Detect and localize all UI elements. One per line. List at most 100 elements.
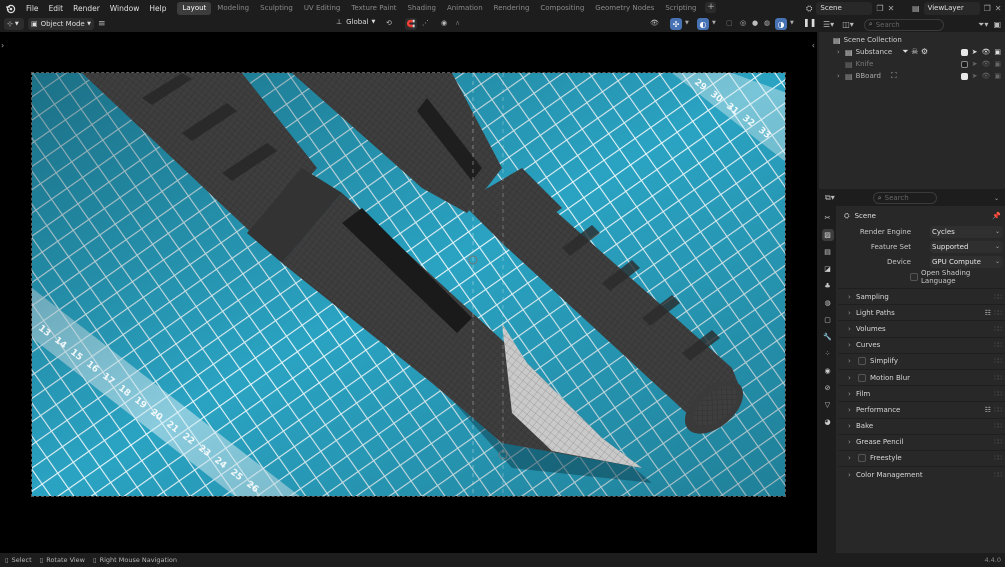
drag-handle-icon[interactable]: ∷∷	[994, 374, 1002, 382]
gizmo-toggle-button[interactable]: ✣	[670, 18, 682, 30]
shading-solid-icon[interactable]: ●	[752, 19, 758, 27]
tab-sculpting[interactable]: Sculpting	[255, 2, 298, 15]
tab-layout[interactable]: Layout	[177, 2, 212, 15]
data-tab-icon[interactable]: ▽	[822, 399, 834, 411]
snap-icon[interactable]: 🧲	[405, 18, 417, 30]
drag-handle-icon[interactable]: ∷∷	[994, 357, 1002, 365]
proportional-edit-icon[interactable]: ◉	[441, 19, 447, 27]
object-tab-icon[interactable]: ▢	[822, 314, 834, 326]
snap-target-icon[interactable]: ⋰	[422, 19, 429, 27]
menu-window[interactable]: Window	[105, 0, 145, 17]
orientation-selector[interactable]: ⊥ Global ▼	[336, 18, 375, 26]
panel-color-management[interactable]: › Color Management ∷∷	[838, 466, 1005, 482]
panel-light-paths[interactable]: › Light Paths ☷ ∷∷	[838, 304, 1005, 320]
drag-handle-icon[interactable]: ∷∷	[994, 341, 1002, 349]
scene-tab-icon[interactable]: ♣	[822, 280, 834, 292]
tool-tab-icon[interactable]: ✂	[822, 212, 834, 224]
panel-enable-checkbox[interactable]	[858, 357, 866, 366]
select-arrow-icon[interactable]: ➤	[972, 72, 978, 80]
camera-icon[interactable]: ▣	[994, 72, 1001, 80]
eye-icon[interactable]: 👁	[981, 60, 990, 68]
tab-texture-paint[interactable]: Texture Paint	[346, 2, 401, 15]
close-icon[interactable]: ✕	[888, 4, 895, 13]
editor-type-button[interactable]: ⊹ ▼	[4, 18, 24, 30]
output-tab-icon[interactable]: ▤	[822, 246, 834, 258]
pause-render-icon[interactable]: ❚❚	[803, 18, 816, 27]
xray-toggle-icon[interactable]: ▢	[726, 19, 733, 27]
presets-list-icon[interactable]: ☷	[985, 406, 991, 414]
panel-motion-blur[interactable]: › Motion Blur ∷∷	[838, 368, 1005, 385]
shading-material-icon[interactable]: ◍	[764, 19, 770, 27]
mode-selector[interactable]: ▣ Object Mode ▼	[28, 18, 94, 30]
panel-freestyle[interactable]: › Freestyle ∷∷	[838, 449, 1005, 466]
panel-simplify[interactable]: › Simplify ∷∷	[838, 352, 1005, 369]
panel-volumes[interactable]: › Volumes ∷∷	[838, 320, 1005, 336]
world-tab-icon[interactable]: ◍	[822, 297, 834, 309]
overlays-dropdown-icon[interactable]: ▼	[712, 20, 716, 26]
drag-handle-icon[interactable]: ∷∷	[994, 438, 1002, 446]
drag-handle-icon[interactable]: ∷∷	[994, 406, 1002, 414]
scene-selector[interactable]: ⛭ Scene ❐ ✕	[806, 2, 906, 15]
drag-handle-icon[interactable]: ∷∷	[994, 293, 1002, 301]
tab-modeling[interactable]: Modeling	[212, 2, 254, 15]
outliner-item-bboard[interactable]: › ▤ BBoard ⛶ ➤ 👁 ▣	[819, 70, 1005, 82]
shading-rendered-button[interactable]: ◑	[775, 18, 787, 30]
hamburger-menu-icon[interactable]: ≡	[98, 19, 106, 29]
exclude-checkbox[interactable]	[960, 60, 968, 68]
panel-film[interactable]: › Film ∷∷	[838, 385, 1005, 401]
gizmo-dropdown-icon[interactable]: ▼	[685, 20, 689, 26]
display-mode-icon[interactable]: ◫▾	[842, 20, 854, 29]
menu-help[interactable]: Help	[144, 0, 171, 17]
pivot-icon[interactable]: ⟲	[386, 19, 392, 27]
view-layer-field[interactable]: ViewLayer	[923, 2, 980, 15]
tab-uv-editing[interactable]: UV Editing	[299, 2, 346, 15]
physics-tab-icon[interactable]: ◉	[822, 365, 834, 377]
outliner-item-knife[interactable]: ▤ Knife ➤ 👁 ▣	[819, 58, 1005, 70]
view-layer-tab-icon[interactable]: ◪	[822, 263, 834, 275]
exclude-checkbox[interactable]	[960, 72, 968, 80]
camera-icon[interactable]: ▣	[994, 48, 1001, 56]
modifier-tab-icon[interactable]: 🔧	[822, 331, 834, 343]
menu-file[interactable]: File	[21, 0, 44, 17]
device-select[interactable]: GPU Compute ⌄	[930, 255, 1003, 268]
select-arrow-icon[interactable]: ➤	[972, 60, 978, 68]
presets-list-icon[interactable]: ☷	[985, 309, 991, 317]
panel-sampling[interactable]: › Sampling ∷∷	[838, 288, 1005, 304]
constraints-tab-icon[interactable]: ⊘	[822, 382, 834, 394]
panel-bake[interactable]: › Bake ∷∷	[838, 417, 1005, 434]
outliner-editor-icon[interactable]: ☰▾	[823, 20, 834, 29]
toolbar-toggle-icon[interactable]: ›	[1, 41, 4, 50]
osl-checkbox[interactable]	[910, 272, 918, 281]
panel-curves[interactable]: › Curves ∷∷	[838, 336, 1005, 353]
camera-icon[interactable]: ▣	[994, 60, 1001, 68]
particles-tab-icon[interactable]: ⁘	[822, 348, 834, 360]
shading-wireframe-icon[interactable]: ◎	[740, 19, 746, 27]
view-layer-selector[interactable]: ▤ ViewLayer ❐ ✕	[912, 2, 1005, 15]
outliner-search-input[interactable]: ⌕ Search	[863, 18, 944, 31]
properties-search-input[interactable]: ⌕ Search	[872, 192, 937, 204]
new-collection-icon[interactable]: ▣	[993, 20, 1001, 29]
drag-handle-icon[interactable]: ∷∷	[994, 390, 1002, 398]
panel-performance[interactable]: › Performance ☷ ∷∷	[838, 401, 1005, 417]
scene-name-field[interactable]: Scene	[816, 2, 873, 15]
tab-geometry-nodes[interactable]: Geometry Nodes	[590, 2, 659, 15]
add-workspace-button[interactable]: +	[705, 2, 717, 13]
tab-rendering[interactable]: Rendering	[489, 2, 535, 15]
tab-compositing[interactable]: Compositing	[535, 2, 589, 15]
menu-edit[interactable]: Edit	[44, 0, 69, 17]
shading-dropdown-icon[interactable]: ▼	[790, 20, 794, 26]
panel-grease-pencil[interactable]: › Grease Pencil ∷∷	[838, 433, 1005, 450]
eye-icon[interactable]: 👁	[981, 48, 990, 56]
3d-viewport[interactable]: › ‹ 13 14 15 16 17 18 19 20 21 22 23 24 …	[0, 32, 817, 553]
feature-set-select[interactable]: Supported ⌄	[930, 240, 1003, 253]
menu-render[interactable]: Render	[68, 0, 105, 17]
falloff-icon[interactable]: ∧	[455, 19, 460, 27]
material-tab-icon[interactable]: ◕	[822, 416, 834, 428]
drag-handle-icon[interactable]: ∷∷	[994, 454, 1002, 462]
tab-animation[interactable]: Animation	[442, 2, 488, 15]
chevron-right-icon[interactable]: ›	[837, 72, 845, 80]
drag-handle-icon[interactable]: ∷∷	[994, 422, 1002, 430]
render-engine-select[interactable]: Cycles ⌄	[930, 225, 1003, 238]
overlays-toggle-button[interactable]: ◐	[697, 18, 709, 30]
tab-scripting[interactable]: Scripting	[660, 2, 701, 15]
